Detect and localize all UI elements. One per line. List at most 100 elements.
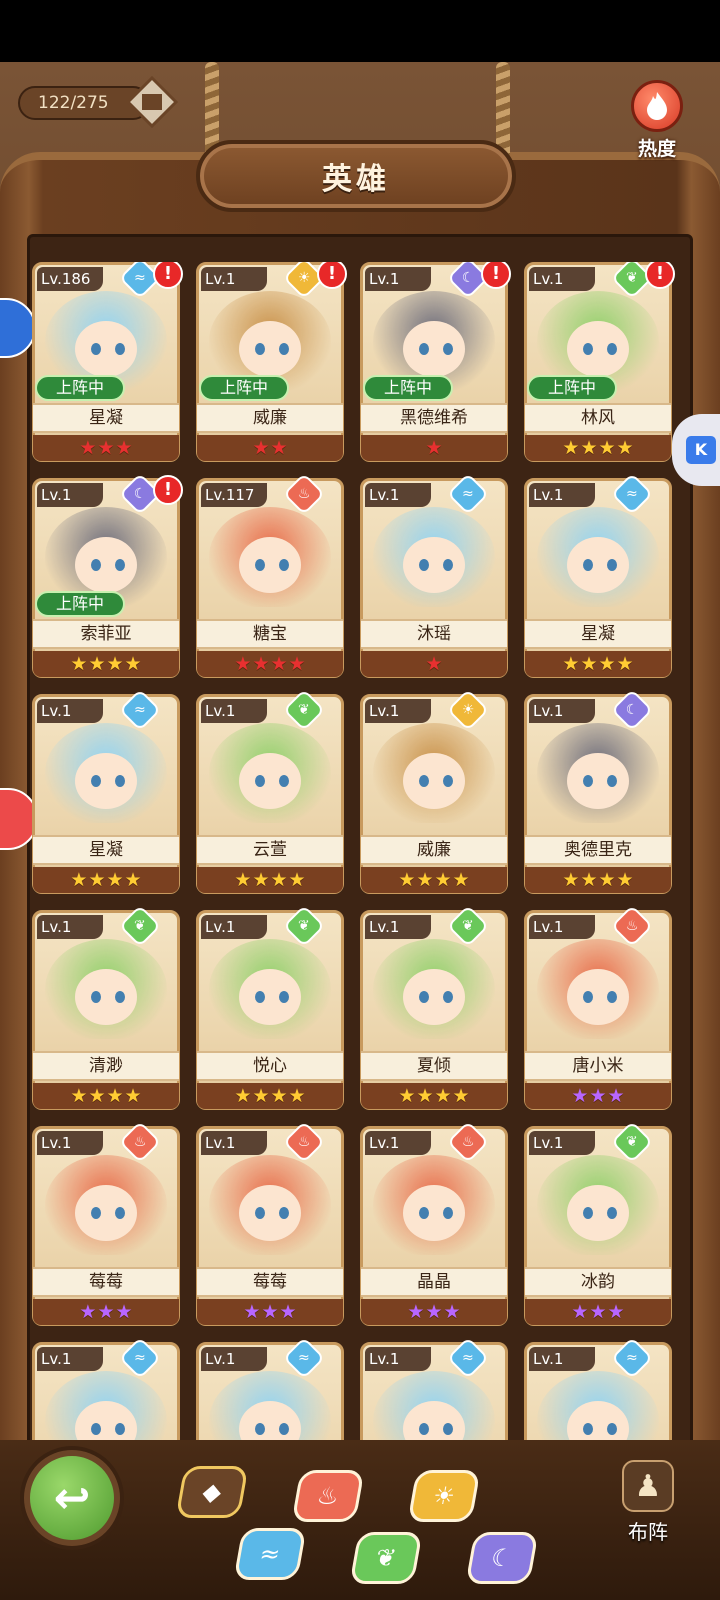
hero-card[interactable]: Lv.1 ☾ 奥德里克 ★ ★ ★ ★ — [524, 688, 672, 894]
hero-card[interactable]: Lv.1 ❦ 云萱 ★ ★ ★ ★ — [196, 688, 344, 894]
hero-name: 星凝 — [525, 619, 671, 649]
hero-eye — [583, 559, 593, 571]
deployed-badge: 上阵中 — [363, 375, 453, 401]
hero-name: 晶晶 — [361, 1267, 507, 1297]
hero-eye — [443, 559, 453, 571]
formation-label: 布阵 — [628, 1520, 668, 1544]
hero-card[interactable]: Lv.1 ☾! 上阵中 索菲亚 ★ ★ ★ ★ — [32, 472, 183, 678]
hero-name: 冰韵 — [525, 1267, 671, 1297]
formation-button[interactable]: ♟ 布阵 — [608, 1460, 688, 1556]
hero-eye — [279, 1423, 289, 1435]
hero-name: 悦心 — [197, 1051, 343, 1081]
star-icon: ★ — [607, 1084, 625, 1107]
hero-card[interactable]: Lv.1 ❦! 上阵中 林风 ★ ★ ★ ★ — [524, 262, 675, 462]
star-icon: ★ — [425, 652, 443, 675]
hero-eye — [91, 775, 101, 787]
hero-eye — [255, 559, 265, 571]
hero-face — [239, 969, 301, 1025]
hero-name: 莓莓 — [197, 1267, 343, 1297]
alert-badge: ! — [645, 262, 675, 289]
hero-card[interactable]: Lv.1 ☾! 上阵中 黑德维希 ★ — [360, 262, 511, 462]
hero-collection-icon[interactable] — [126, 76, 178, 128]
star-icon: ★ — [398, 868, 416, 891]
hero-face — [75, 321, 137, 377]
hero-card[interactable]: Lv.1 ≈ 星凝 ★ ★ ★ ★ — [524, 472, 672, 678]
hero-name: 索菲亚 — [33, 619, 179, 649]
hero-level: Lv.1 — [365, 267, 431, 291]
star-icon: ★ — [106, 868, 124, 891]
hero-name: 黑德维希 — [361, 403, 507, 433]
game-screen: 122/275 英雄 热度 K Lv.186 ≈! 上阵中 星凝 ★ ★ ★ Lv.1 ☀! 上阵… — [0, 62, 720, 1600]
filter-sun-button[interactable]: ☀ — [407, 1470, 481, 1522]
filter-fire-button[interactable]: ♨ — [291, 1470, 365, 1522]
filter-water-button[interactable]: ≈ — [233, 1528, 307, 1580]
filter-moon-button[interactable]: ☾ — [465, 1532, 539, 1584]
heat-button[interactable]: 热度 — [622, 80, 692, 160]
star-rating: ★ ★ ★ ★ — [361, 867, 507, 893]
hero-portrait — [209, 939, 331, 1039]
star-icon: ★ — [252, 436, 270, 459]
hero-card[interactable]: Lv.1 ❦ 夏倾 ★ ★ ★ ★ — [360, 904, 508, 1110]
hero-eye — [443, 343, 453, 355]
filter-all-button[interactable]: ◆ — [175, 1466, 249, 1518]
hero-face — [567, 321, 629, 377]
hero-card[interactable]: Lv.1 ❦ 冰韵 ★ ★ ★ — [524, 1120, 672, 1326]
hero-level: Lv.1 — [365, 1131, 431, 1155]
hero-level: Lv.1 — [37, 483, 103, 507]
hero-card[interactable]: Lv.1 ♨ 莓莓 ★ ★ ★ — [196, 1120, 344, 1326]
hero-eye — [91, 1423, 101, 1435]
star-icon: ★ — [425, 436, 443, 459]
hero-eye — [279, 991, 289, 1003]
hero-card[interactable]: Lv.1 ❦ 清渺 ★ ★ ★ ★ — [32, 904, 180, 1110]
hero-name: 威廉 — [361, 835, 507, 865]
hero-eye — [115, 991, 125, 1003]
hero-card[interactable]: Lv.1 ≈ 沐瑶 ★ — [360, 472, 508, 678]
star-icon: ★ — [589, 1300, 607, 1323]
hero-card[interactable]: Lv.1 ♨ 莓莓 ★ ★ ★ — [32, 1120, 180, 1326]
hero-eye — [255, 1207, 265, 1219]
star-icon: ★ — [243, 1300, 261, 1323]
hero-face — [403, 537, 465, 593]
hero-card[interactable]: Lv.1 ≈ 星凝 ★ ★ ★ ★ — [32, 688, 180, 894]
hero-level: Lv.1 — [37, 1131, 103, 1155]
star-rating: ★ ★ — [197, 435, 343, 461]
hero-level: Lv.1 — [37, 1347, 103, 1371]
star-rating: ★ ★ ★ ★ — [33, 651, 179, 677]
hero-eye — [419, 1207, 429, 1219]
hero-eye — [607, 991, 617, 1003]
hero-card[interactable]: Lv.1 ♨ 唐小米 ★ ★ ★ — [524, 904, 672, 1110]
hero-name: 威廉 — [197, 403, 343, 433]
hero-card[interactable]: Lv.1 ☀! 上阵中 威廉 ★ ★ — [196, 262, 347, 462]
hero-card[interactable]: Lv.1 ♨ 晶晶 ★ ★ ★ — [360, 1120, 508, 1326]
hero-grid[interactable]: Lv.186 ≈! 上阵中 星凝 ★ ★ ★ Lv.1 ☀! 上阵中 威廉 ★ ★ Lv.1 ☾! 上阵中 黑德… — [28, 262, 692, 1502]
hero-card[interactable]: Lv.186 ≈! 上阵中 星凝 ★ ★ ★ — [32, 262, 183, 462]
star-icon: ★ — [70, 652, 88, 675]
hero-count-text: 122/275 — [38, 93, 109, 113]
title-board: 英雄 — [196, 140, 516, 212]
star-rating: ★ ★ ★ ★ — [33, 1083, 179, 1109]
star-icon: ★ — [580, 868, 598, 891]
star-icon: ★ — [79, 436, 97, 459]
back-button[interactable]: ↩ — [24, 1450, 120, 1546]
filter-leaf-button[interactable]: ❦ — [349, 1532, 423, 1584]
hero-eye — [279, 1207, 289, 1219]
star-icon: ★ — [234, 652, 252, 675]
hero-card[interactable]: Lv.1 ☀ 威廉 ★ ★ ★ ★ — [360, 688, 508, 894]
hero-portrait — [45, 939, 167, 1039]
bottom-bar: ↩ ◆ ≈ ♨ ❦ ☀ ☾ ♟ 布阵 — [0, 1440, 720, 1600]
star-icon: ★ — [598, 436, 616, 459]
hero-eye — [91, 1207, 101, 1219]
star-icon: ★ — [270, 868, 288, 891]
star-icon: ★ — [261, 1300, 279, 1323]
hero-eye — [583, 775, 593, 787]
star-icon: ★ — [79, 1300, 97, 1323]
star-rating: ★ ★ ★ — [361, 1299, 507, 1325]
hero-card[interactable]: Lv.117 ♨ 糖宝 ★ ★ ★ ★ — [196, 472, 344, 678]
hero-level: Lv.1 — [529, 915, 595, 939]
hero-portrait — [537, 939, 659, 1039]
hero-level: Lv.1 — [201, 1347, 267, 1371]
hero-face — [567, 753, 629, 809]
hero-card[interactable]: Lv.1 ❦ 悦心 ★ ★ ★ ★ — [196, 904, 344, 1110]
hero-eye — [279, 775, 289, 787]
star-rating: ★ ★ ★ — [197, 1299, 343, 1325]
